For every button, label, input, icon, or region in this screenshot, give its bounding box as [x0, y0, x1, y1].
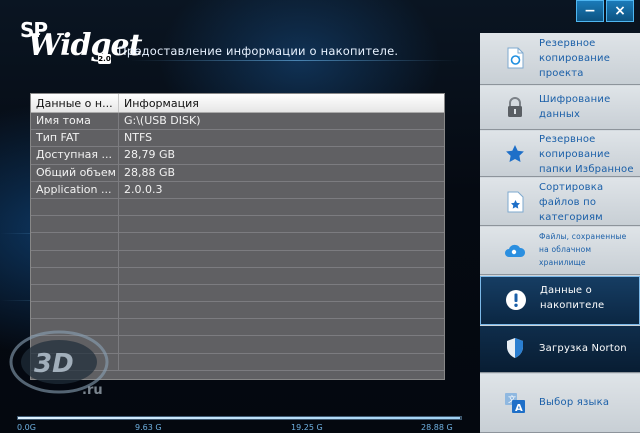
sidebar: Резервное копирование проекта Шифрование… [480, 33, 640, 433]
column-header-info[interactable]: Информация [119, 94, 444, 112]
language-icon: 文 A [505, 393, 525, 414]
shield-icon [507, 338, 523, 358]
cell-field: Имя тома [31, 113, 119, 130]
storage-usage-fill [18, 417, 460, 419]
table-row[interactable]: Тип FAT NTFS [31, 130, 444, 148]
sidebar-item-norton[interactable]: Загрузка Norton [480, 326, 640, 373]
sp-widget-window: SP Widget 2.0 Предоставление информации … [0, 0, 640, 433]
cell-value [119, 233, 444, 249]
sidebar-item-encryption[interactable]: Шифрование данных [480, 86, 640, 130]
cell-field: Application ... [31, 181, 119, 198]
storage-scale-tick: 0.0G [17, 423, 36, 432]
table-row[interactable] [31, 216, 444, 234]
sidebar-item-language[interactable]: 文 A Выбор языка [480, 374, 640, 433]
sidebar-item-label: Сортировка файлов по категориям [539, 182, 604, 223]
table-row[interactable] [31, 233, 444, 251]
cell-field [31, 198, 119, 216]
star-icon [506, 145, 524, 162]
sidebar-item-label: Выбор языка [539, 397, 610, 408]
document-star-icon [507, 191, 524, 213]
cell-field: Доступная ... [31, 147, 119, 164]
svg-text:A: A [515, 403, 523, 414]
table-header: Данные о н... Информация [31, 94, 444, 113]
cell-value: 2.0.0.3 [124, 182, 163, 196]
sidebar-item-favorites-backup[interactable]: Резервное копирование папки Избранное [480, 131, 640, 177]
cell-value: G:\(USB DISK) [124, 114, 201, 127]
table-row[interactable]: Общий объем 28,88 GB [31, 164, 444, 182]
close-button[interactable]: × [606, 0, 634, 22]
light-streak [130, 60, 460, 61]
cell-value [119, 216, 444, 232]
sidebar-item-label: Резервное копирование проекта [539, 38, 611, 79]
svg-text:3D: 3D [34, 349, 74, 379]
table-row[interactable]: Доступная ... 28,79 GB [31, 147, 444, 165]
sidebar-item-sort-files[interactable]: Сортировка файлов по категориям [480, 178, 640, 226]
minimize-button[interactable]: − [576, 0, 604, 22]
cell-value: 28,79 GB [124, 148, 176, 162]
window-controls: − × [576, 0, 634, 22]
cell-value: NTFS [124, 131, 153, 145]
lock-icon [508, 97, 522, 117]
app-logo: SP Widget 2.0 [18, 18, 142, 64]
table-row[interactable] [31, 284, 444, 303]
logo-version-badge: 2.0 [98, 54, 111, 64]
cell-value [119, 302, 444, 318]
table-row[interactable] [31, 267, 444, 285]
sidebar-item-label: Файлы, сохраненные на облачном хранилище [539, 232, 627, 267]
cell-field [31, 267, 119, 284]
cell-value: 28,88 GB [124, 165, 176, 179]
cell-field [31, 233, 119, 250]
cell-value [119, 319, 444, 335]
sidebar-item-drive-info[interactable]: Данные о накопителе [480, 276, 640, 325]
sidebar-item-label: Загрузка Norton [539, 343, 627, 354]
storage-scale-tick: 19.25 G [291, 423, 323, 432]
page-title: Предоставление информации о накопителе. [118, 44, 399, 58]
cloud-icon [505, 244, 526, 257]
watermark-3dnews-logo: 3D .ru [9, 330, 109, 398]
cell-field: Тип FAT [31, 130, 119, 147]
cell-value [119, 199, 444, 215]
cell-field [31, 302, 119, 319]
sidebar-item-project-backup[interactable]: Резервное копирование проекта [480, 33, 640, 85]
table-row[interactable]: Имя тома G:\(USB DISK) [31, 113, 444, 131]
sidebar-item-label: Данные о накопителе [540, 285, 605, 311]
cell-value [119, 285, 444, 301]
cell-field [31, 216, 119, 233]
cell-value [119, 354, 444, 370]
cell-field [31, 284, 119, 302]
cell-field: Общий объем [31, 164, 119, 181]
svg-text:.ru: .ru [82, 383, 103, 398]
cell-value [119, 336, 444, 352]
column-header-field[interactable]: Данные о н... [31, 94, 119, 112]
storage-scale-tick: 28.88 G [421, 423, 453, 432]
backup-sync-icon [507, 47, 524, 69]
sidebar-item-label: Резервное копирование папки Избранное [539, 134, 634, 175]
cell-value [119, 268, 444, 284]
storage-usage-bar [17, 416, 462, 420]
table-row[interactable] [31, 250, 444, 268]
sidebar-item-label: Шифрование данных [539, 94, 611, 120]
table-row[interactable]: Application ... 2.0.0.3 [31, 181, 444, 199]
info-icon [506, 290, 526, 310]
table-row[interactable] [31, 198, 444, 217]
storage-scale: 0.0G 9.63 G 19.25 G 28.88 G [17, 423, 462, 433]
cell-value [119, 251, 444, 267]
table-row[interactable] [31, 302, 444, 320]
storage-scale-tick: 9.63 G [135, 423, 162, 432]
cell-field [31, 250, 119, 267]
sidebar-item-cloud-files[interactable]: Файлы, сохраненные на облачном хранилище [480, 227, 640, 275]
